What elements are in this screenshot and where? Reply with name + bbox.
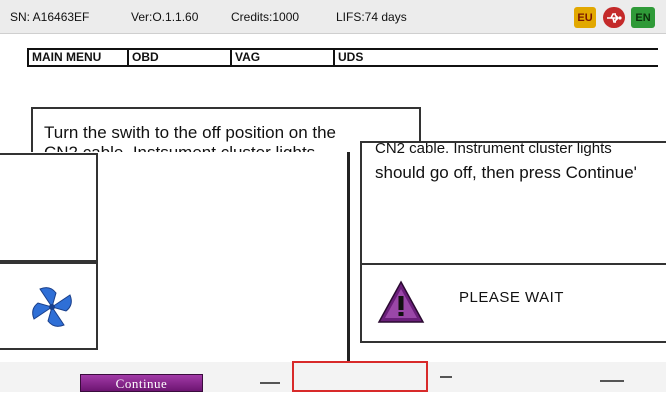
screen-noise <box>600 380 624 382</box>
instruction-fragment-top: CN2 cable. Instrument cluster lights <box>375 141 612 157</box>
en-language-icon[interactable]: EN <box>631 7 655 28</box>
serial-number: SN: A16463EF <box>10 10 90 24</box>
highlight-box <box>292 361 428 392</box>
instruction-panel-right: CN2 cable. Instrument cluster lights sho… <box>360 141 666 265</box>
credits-label: Credits:1000 <box>231 10 300 24</box>
usb-icon <box>603 7 625 28</box>
please-wait-panel: PLEASE WAIT <box>360 263 666 343</box>
instruction-line-1: Turn the swith to the off position on th… <box>44 123 337 142</box>
please-wait-label: PLEASE WAIT <box>459 289 564 306</box>
lifs-label: LIFS:74 days <box>336 10 407 24</box>
breadcrumb-uds[interactable]: UDS <box>333 50 666 65</box>
screen-noise <box>440 376 452 378</box>
instruction-line-continue: should go off, then press Continue' <box>375 163 637 182</box>
breadcrumb-main-menu[interactable]: MAIN MENU <box>27 50 127 65</box>
continue-button[interactable]: Continue <box>80 374 203 392</box>
version-label: Ver:O.1.1.60 <box>131 10 199 24</box>
warning-icon <box>377 280 425 323</box>
breadcrumb: MAIN MENU OBD VAG UDS <box>27 48 658 67</box>
instruction-line-2-fragment: CN2 cable. Instsument cluster lights <box>44 143 315 152</box>
left-panel <box>0 153 98 262</box>
screen-noise <box>260 382 280 384</box>
breadcrumb-obd[interactable]: OBD <box>127 50 230 65</box>
fan-icon <box>32 287 72 327</box>
eu-flag-icon[interactable]: EU <box>574 7 596 28</box>
column-divider <box>347 152 350 362</box>
status-bar: SN: A16463EF Ver:O.1.1.60 Credits:1000 L… <box>0 0 666 34</box>
breadcrumb-vag[interactable]: VAG <box>230 50 333 65</box>
fan-panel[interactable] <box>0 262 98 350</box>
